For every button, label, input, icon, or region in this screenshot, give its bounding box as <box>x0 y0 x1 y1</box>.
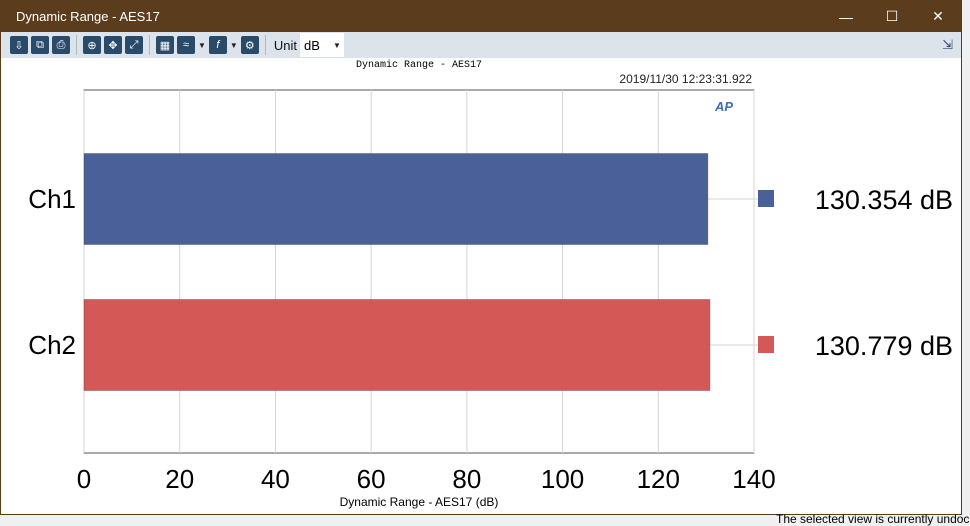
chevron-down-icon[interactable]: ▼ <box>230 41 238 50</box>
divider <box>264 35 266 55</box>
bar-ch1 <box>83 153 709 245</box>
timestamp: 2019/11/30 12:23:31.922 <box>619 72 752 86</box>
legend-swatch <box>758 336 774 353</box>
zoom-icon[interactable]: ⊕ <box>83 36 101 54</box>
x-tick-label: 40 <box>261 464 290 494</box>
x-tick-label: 100 <box>541 464 584 494</box>
x-tick-label: 80 <box>452 464 481 494</box>
save-icon[interactable]: ⇩ <box>10 36 28 54</box>
divider <box>76 35 77 55</box>
plot-area <box>83 89 755 454</box>
chart-title: Dynamic Range - AES17 <box>356 59 482 71</box>
status-text: The selected view is currently undock <box>776 512 970 526</box>
x-tick-label: 20 <box>165 464 194 494</box>
unit-value: dB <box>303 37 320 53</box>
chevron-down-icon[interactable]: ▼ <box>198 41 206 50</box>
print-icon[interactable]: ⎙ <box>52 36 70 54</box>
x-tick-label: 120 <box>637 464 680 494</box>
y-tick-label: Ch1 <box>28 184 76 214</box>
graph-style-icon[interactable]: ≈ <box>177 36 195 54</box>
unit-select[interactable]: dB ▼ <box>299 33 344 57</box>
value-label: 130.354 dB <box>815 185 953 215</box>
title-bar: Dynamic Range - AES17 — ☐ ✕ <box>1 1 961 32</box>
copy-icon[interactable]: ⧉ <box>31 36 49 54</box>
app-window: Dynamic Range - AES17 — ☐ ✕ ⇩ ⧉ ⎙ ⊕ ✥ ⤢ … <box>0 0 962 515</box>
close-button[interactable]: ✕ <box>915 1 961 32</box>
ap-logo: AP <box>714 99 733 114</box>
x-axis-label: Dynamic Range - AES17 (dB) <box>340 495 499 509</box>
chevron-down-icon: ▼ <box>333 40 341 50</box>
x-tick-label: 140 <box>732 464 775 494</box>
legend-swatch <box>758 190 774 207</box>
maximize-button[interactable]: ☐ <box>869 1 915 32</box>
bar-ch2 <box>83 299 711 391</box>
unit-label: Unit <box>273 37 297 53</box>
y-tick-label: Ch2 <box>28 330 76 360</box>
bar-chart: Dynamic Range - AES17 2019/11/30 12:23:31… <box>28 59 953 509</box>
settings-icon[interactable]: ⚙ <box>240 36 259 54</box>
value-label: 130.779 dB <box>815 331 953 361</box>
divider <box>149 35 150 55</box>
fit-icon[interactable]: ⤢ <box>125 36 143 54</box>
x-tick-label: 60 <box>357 464 386 494</box>
function-icon[interactable]: f <box>208 36 227 54</box>
pan-icon[interactable]: ✥ <box>104 36 122 54</box>
table-icon[interactable]: ▦ <box>156 36 174 54</box>
x-tick-label: 0 <box>77 464 91 494</box>
undock-icon[interactable]: ⇲ <box>942 37 953 53</box>
toolbar: ⇩ ⧉ ⎙ ⊕ ✥ ⤢ ▦ ≈ ▼ f ▼ ⚙ Unit dB ▼ ⇲ <box>1 32 961 58</box>
minimize-button[interactable]: — <box>823 1 869 32</box>
window-title: Dynamic Range - AES17 <box>16 9 160 24</box>
